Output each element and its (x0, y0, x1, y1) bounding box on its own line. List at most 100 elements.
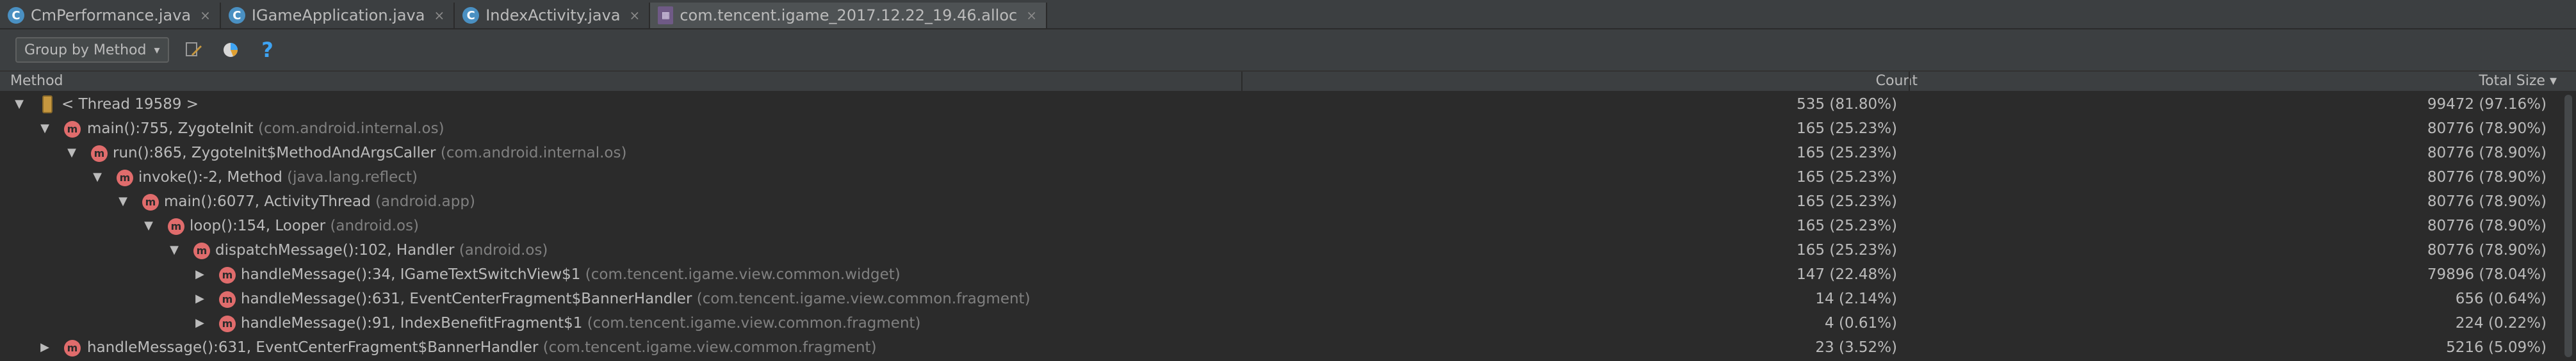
help-icon[interactable]: ? (255, 37, 281, 63)
row-total-size: 99472 (97.16%) (2427, 96, 2547, 113)
editor-tab-bar: C CmPerformance.java × C IGameApplicatio… (0, 0, 2576, 29)
row-count: 23 (3.52%) (1815, 339, 1897, 356)
row-count: 165 (25.23%) (1797, 242, 1897, 259)
java-class-icon: C (228, 7, 245, 24)
column-divider[interactable] (1909, 72, 1910, 91)
edit-filter-icon[interactable] (181, 37, 206, 63)
row-count: 165 (25.23%) (1797, 120, 1897, 137)
row-method-text: handleMessage():631, EventCenterFragment… (87, 335, 877, 360)
row-package-label: (android.os) (330, 218, 420, 234)
expanded-arrow-icon[interactable]: ▼ (91, 165, 104, 189)
tree-row[interactable]: ▼ m loop():154, Looper (android.os) 165 … (0, 214, 2556, 238)
row-method-text: handleMessage():34, IGameTextSwitchView$… (241, 262, 901, 287)
row-package-label: (com.tencent.igame.view.common.widget) (585, 266, 901, 283)
tree-row[interactable]: ▼ m main():6077, ActivityThread (android… (0, 189, 2556, 214)
row-method-label: handleMessage():631, EventCenterFragment… (87, 339, 539, 356)
method-icon: m (117, 170, 133, 186)
tab-label: IGameApplication.java (251, 6, 425, 24)
tree-row[interactable]: ▼ m main():755, ZygoteInit (com.android.… (0, 116, 2556, 141)
row-method-label: loop():154, Looper (190, 218, 326, 234)
collapsed-arrow-icon[interactable]: ▶ (38, 335, 51, 360)
java-class-icon: C (462, 7, 480, 24)
chevron-down-icon: ▾ (154, 43, 160, 57)
expanded-arrow-icon[interactable]: ▼ (65, 141, 78, 165)
method-icon: m (142, 194, 159, 211)
method-icon: m (168, 218, 184, 235)
row-total-size: 80776 (78.90%) (2427, 120, 2547, 137)
row-count: 165 (25.23%) (1797, 218, 1897, 234)
row-method-text: main():755, ZygoteInit (com.android.inte… (87, 116, 444, 141)
tree-row[interactable]: ▶ m handleMessage():34, IGameTextSwitchV… (0, 262, 2556, 287)
close-icon[interactable]: × (630, 8, 640, 23)
row-package-label: (com.tencent.igame.view.common.fragment) (696, 291, 1031, 307)
row-total-size: 224 (0.22%) (2455, 315, 2547, 332)
tab-igameapplication[interactable]: C IGameApplication.java × (221, 3, 455, 28)
pie-chart-icon[interactable] (218, 37, 243, 63)
row-method-label: main():755, ZygoteInit (87, 120, 254, 137)
row-count: 4 (0.61%) (1825, 315, 1897, 332)
collapsed-arrow-icon[interactable]: ▶ (193, 262, 206, 287)
row-method-text: invoke():-2, Method (java.lang.reflect) (138, 165, 418, 189)
row-method-label: handleMessage():34, IGameTextSwitchView$… (241, 266, 581, 283)
tab-label: CmPerformance.java (31, 6, 192, 24)
expanded-arrow-icon[interactable]: ▼ (117, 189, 129, 214)
close-icon[interactable]: × (434, 8, 444, 23)
column-header-method[interactable]: Method (10, 72, 63, 91)
row-count: 535 (81.80%) (1797, 96, 1897, 113)
row-method-text: handleMessage():91, IndexBenefitFragment… (241, 311, 921, 335)
row-method-label: run():865, ZygoteInit$MethodAndArgsCalle… (113, 145, 436, 161)
row-count: 14 (2.14%) (1815, 291, 1897, 307)
tree-row[interactable]: ▶ m handleMessage():91, IndexBenefitFrag… (0, 311, 2556, 335)
collapsed-arrow-icon[interactable]: ▶ (193, 287, 206, 311)
method-icon: m (219, 267, 236, 284)
alloc-file-icon: ▦ (658, 6, 674, 24)
row-total-size: 80776 (78.90%) (2427, 193, 2547, 210)
scrollbar-thumb[interactable] (2564, 95, 2572, 357)
table-header: Method Count Total Size ▾ (0, 72, 2576, 92)
tab-cmperformance[interactable]: C CmPerformance.java × (0, 3, 221, 28)
expanded-arrow-icon[interactable]: ▼ (38, 116, 51, 141)
tab-indexactivity[interactable]: C IndexActivity.java × (455, 3, 651, 28)
tree-row[interactable]: ▶ m handleMessage():631, EventCenterFrag… (0, 287, 2556, 311)
row-method-label: handleMessage():91, IndexBenefitFragment… (241, 315, 583, 332)
vertical-scrollbar[interactable] (2559, 92, 2576, 361)
row-package-label: (com.tencent.igame.view.common.fragment) (587, 315, 921, 332)
expanded-arrow-icon[interactable]: ▼ (168, 238, 181, 262)
row-count: 147 (22.48%) (1797, 266, 1897, 283)
expanded-arrow-icon[interactable]: ▼ (13, 92, 26, 116)
row-method-text: dispatchMessage():102, Handler (android.… (215, 238, 548, 262)
method-icon: m (219, 316, 236, 332)
expanded-arrow-icon[interactable]: ▼ (142, 214, 155, 238)
column-header-count[interactable]: Count (1876, 72, 1918, 91)
row-method-text: handleMessage():631, EventCenterFragment… (241, 287, 1031, 311)
row-total-size: 79896 (78.04%) (2427, 266, 2547, 283)
tree-row[interactable]: ▶ m handleMessage():631, EventCenterFrag… (0, 335, 2556, 360)
row-total-size: 656 (0.64%) (2455, 291, 2547, 307)
row-method-label: < Thread 19589 > (61, 96, 199, 113)
allocation-toolbar: Group by Method ▾ ? (0, 29, 2576, 72)
tab-alloc-file[interactable]: ▦ com.tencent.igame_2017.12.22_19.46.all… (650, 3, 1047, 28)
row-count: 165 (25.23%) (1797, 193, 1897, 210)
row-method-label: main():6077, ActivityThread (164, 193, 371, 210)
row-method-text: loop():154, Looper (android.os) (190, 214, 419, 238)
row-package-label: (android.app) (375, 193, 475, 210)
tree-row[interactable]: ▼ m dispatchMessage():102, Handler (andr… (0, 238, 2556, 262)
close-icon[interactable]: × (200, 8, 211, 23)
java-class-icon: C (8, 7, 24, 24)
row-package-label: (com.android.internal.os) (257, 120, 444, 137)
column-divider[interactable] (1241, 72, 1243, 91)
tree-row[interactable]: ▼ < Thread 19589 > 535 (81.80%) 99472 (9… (0, 92, 2556, 116)
column-header-total-size[interactable]: Total Size ▾ (2479, 72, 2557, 91)
tab-label: com.tencent.igame_2017.12.22_19.46.alloc (680, 6, 1018, 24)
tree-row[interactable]: ▼ m run():865, ZygoteInit$MethodAndArgsC… (0, 141, 2556, 165)
tree-row[interactable]: ▼ m invoke():-2, Method (java.lang.refle… (0, 165, 2556, 189)
row-package-label: (java.lang.reflect) (287, 169, 418, 186)
method-icon: m (91, 145, 108, 162)
row-package-label: (com.tencent.igame.view.common.fragment) (542, 339, 877, 356)
close-icon[interactable]: × (1026, 8, 1037, 23)
row-method-text: main():6077, ActivityThread (android.app… (164, 189, 475, 214)
collapsed-arrow-icon[interactable]: ▶ (193, 311, 206, 335)
method-icon: m (193, 243, 210, 259)
group-by-select[interactable]: Group by Method ▾ (15, 37, 169, 63)
thread-icon (42, 95, 53, 113)
